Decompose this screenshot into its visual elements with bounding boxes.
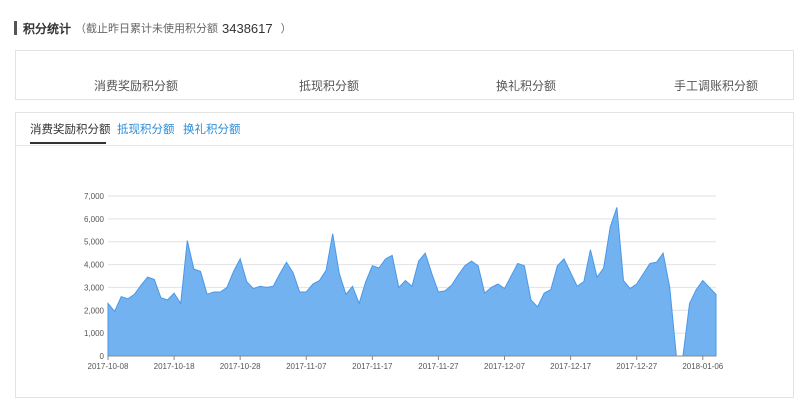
x-tick-label: 2018-01-06 — [682, 362, 723, 371]
stat-value — [426, 57, 626, 69]
x-tick-label: 2017-12-17 — [550, 362, 591, 371]
header-note-suffix: ） — [280, 23, 292, 35]
stat-label: 消费奖励积分额 — [93, 79, 178, 93]
y-tick-label: 6,000 — [84, 215, 105, 224]
y-tick-label: 1,000 — [84, 329, 105, 338]
x-tick-label: 2017-11-27 — [418, 362, 459, 371]
x-tick-label: 2017-10-08 — [88, 362, 129, 371]
stat-gift-exchange: 换礼积分额 — [426, 51, 626, 99]
x-tick-label: 2017-12-27 — [616, 362, 657, 371]
y-tick-label: 7,000 — [84, 192, 105, 201]
x-tick-label: 2017-10-18 — [154, 362, 195, 371]
stat-manual-adjustment: 手工调账积分额 — [616, 51, 800, 99]
y-tick-label: 0 — [100, 352, 105, 361]
y-tick-label: 5,000 — [84, 238, 105, 247]
stat-value — [616, 57, 800, 69]
x-tick-label: 2017-10-28 — [220, 362, 261, 371]
stat-label: 手工调账积分额 — [673, 79, 758, 93]
unused-points-total: 3438617 — [222, 20, 273, 36]
y-tick-label: 2,000 — [84, 306, 105, 315]
header-note-prefix: （截止昨日累计未使用积分额 — [75, 23, 219, 35]
stat-label: 抵现积分额 — [298, 79, 359, 93]
stat-value — [36, 57, 236, 69]
chart-card: 消费奖励积分额 抵现积分额 换礼积分额 0 1,000 2,000 3,000 4,00… — [15, 112, 794, 398]
y-tick-label: 3,000 — [84, 283, 105, 292]
x-tick-label: 2017-11-07 — [286, 362, 327, 371]
stat-value — [229, 57, 429, 69]
stat-consumption-reward: 消费奖励积分额 — [36, 51, 236, 99]
series-area — [107, 207, 717, 357]
page-title: 积分统计 — [23, 21, 72, 36]
x-tick-label: 2017-11-17 — [352, 362, 393, 371]
x-tick-label: 2017-12-07 — [484, 362, 525, 371]
stat-label: 换礼积分额 — [495, 79, 556, 93]
points-area-chart: 0 1,000 2,000 3,000 4,000 5,000 6,000 7,000 2017… — [84, 192, 724, 371]
stat-cash-offset: 抵现积分额 — [229, 51, 429, 99]
y-tick-label: 4,000 — [84, 261, 105, 270]
stats-summary-card: 消费奖励积分额 抵现积分额 换礼积分额 手工调账积分额 — [15, 50, 794, 100]
section-header: 积分统计 （截止昨日累计未使用积分额 3438617 ） — [14, 18, 292, 38]
header-accent-bar — [14, 21, 17, 35]
